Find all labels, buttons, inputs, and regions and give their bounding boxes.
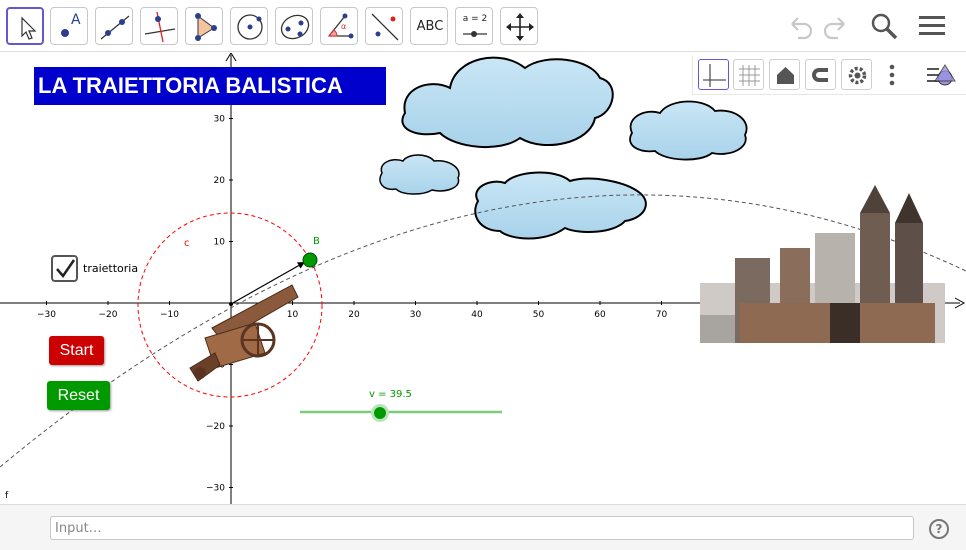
move-arrows-icon [506,13,534,41]
slider-icon [463,31,487,37]
gear-icon [848,66,867,85]
geogebra-app: A α ABC a = 2 −30 −20 −10 10 20 30 40 50… [0,0,966,550]
y-tick-label: −20 [206,422,225,432]
home-icon [777,67,794,84]
point-b[interactable] [302,252,318,268]
polygon-tool-button[interactable] [185,7,223,45]
graphics-view[interactable]: −30−20−1010203040506070 302010−10−20−30 … [0,53,966,504]
arrow-cursor-icon [21,16,37,40]
graphics-canvas[interactable]: −30−20−1010203040506070 302010−10−20−30 … [0,53,966,504]
x-tick-label: 40 [471,310,483,320]
cloud-large [401,56,614,149]
x-axis-ticks: −30 −20 −10 10 20 30 40 50 60 70 [37,301,667,320]
x-tick-label: 10 [287,310,299,320]
text-tool-label: ABC [416,19,444,34]
reflect-tool-button[interactable] [365,7,403,45]
slider-handle[interactable] [371,404,389,422]
castle-image [700,185,945,343]
style-bar [692,55,966,95]
grid-icon [739,65,760,86]
checkmark-icon [56,259,76,279]
x-tick-label: 30 [410,310,422,320]
magnet-icon [812,68,828,82]
x-tick-label: −30 [37,310,56,320]
input-bar: ? [0,504,966,550]
toggle-axes-button[interactable] [698,59,729,90]
checkbox-label: traiettoria [83,262,139,275]
graphics-settings-button[interactable] [841,59,872,90]
undo-icon[interactable] [784,10,816,42]
redo-icon[interactable] [820,10,852,42]
page-title: LA TRAIETTORIA BALISTICA [34,67,386,105]
polygon-icon [195,13,217,41]
x-tick-label: −20 [99,310,118,320]
cannon-image [189,284,299,382]
circle-tool-button[interactable] [230,7,268,45]
y-axis [225,53,237,504]
angle-tool-label: α [341,22,347,31]
y-axis-ticks: 302010−10−20−30 [206,115,233,494]
angle-icon [327,13,354,39]
x-tick-label: 60 [594,310,606,320]
point-b-label: B [313,236,320,247]
line-icon [100,15,130,40]
curve-label: f [5,491,9,501]
ellipse-icon [280,14,310,40]
reflect-icon [371,13,399,41]
y-tick-label: 30 [214,115,226,125]
point-icon [61,29,69,37]
angle-tool-button[interactable]: α [320,7,358,45]
search-icon[interactable] [868,10,900,42]
x-tick-label: 50 [533,310,545,320]
reset-button[interactable]: Reset [47,381,110,410]
algebra-input[interactable] [50,516,914,540]
move-tool-button[interactable] [6,7,44,45]
point-tool-label: A [71,12,81,28]
cloud-small [379,154,460,195]
x-tick-label: −10 [160,310,179,320]
checkbox-box[interactable] [51,255,78,282]
style-bar-toggle-icon[interactable] [925,61,957,89]
slider-tool-button[interactable]: a = 2 [455,7,493,45]
point-tool-button[interactable]: A [50,7,88,45]
slider-label: v = 39.5 [369,389,412,400]
origin-point [229,302,233,306]
circle-icon [237,14,263,40]
ellipse-tool-button[interactable] [275,7,313,45]
more-vert-icon[interactable] [887,63,897,89]
circle-label: c [184,238,190,249]
axes-icon [703,64,726,87]
line-tool-button[interactable] [95,7,133,45]
perpendicular-icon [144,11,176,43]
cloud-right [629,100,748,161]
x-tick-label: 70 [656,310,668,320]
move-graphics-tool-button[interactable] [500,7,538,45]
toggle-grid-button[interactable] [733,59,764,90]
toolbar: A α ABC a = 2 [0,0,966,52]
standard-view-button[interactable] [769,59,800,90]
y-tick-label: 10 [214,238,226,248]
text-tool-button[interactable]: ABC [410,7,448,45]
y-tick-label: 20 [214,176,226,186]
help-icon[interactable]: ? [929,519,949,539]
point-capturing-button[interactable] [805,59,836,90]
perpendicular-line-tool-button[interactable] [140,7,178,45]
menu-icon[interactable] [916,10,948,42]
x-tick-label: 20 [348,310,360,320]
cloud-middle [474,171,647,240]
y-tick-label: −30 [206,484,225,494]
start-button[interactable]: Start [49,336,104,365]
